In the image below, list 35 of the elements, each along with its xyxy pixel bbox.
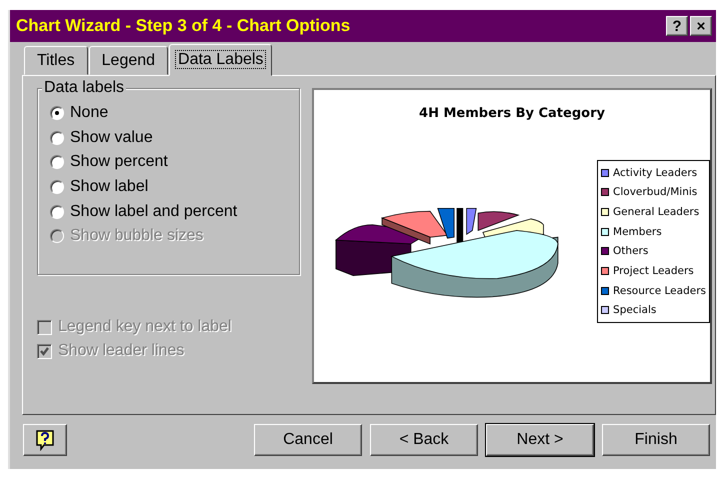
legend-label: Project Leaders <box>613 265 694 278</box>
dialog-button[interactable]: Finish <box>602 424 710 456</box>
radio-label: Show bubble sizes <box>70 227 204 246</box>
checkbox-label: Legend key next to label <box>58 318 232 336</box>
radio-label: Show value <box>70 128 153 147</box>
radio-label: None <box>70 104 108 122</box>
tab[interactable]: Data Labels <box>169 44 272 76</box>
dialog-button[interactable]: Cancel <box>254 424 362 456</box>
radio-label: Show percent <box>70 153 168 172</box>
radio-button[interactable] <box>50 130 64 145</box>
legend-label: Activity Leaders <box>613 166 698 179</box>
radio-label: Show label <box>70 178 148 196</box>
radio-button[interactable] <box>50 155 64 170</box>
check-icon <box>39 346 50 356</box>
legend-label: General Leaders <box>613 206 700 218</box>
tab[interactable]: Titles <box>24 46 88 75</box>
legend-label: Others <box>613 245 648 258</box>
help-button[interactable]: ? <box>666 16 688 36</box>
radio-button[interactable] <box>50 180 64 194</box>
window-title: Chart Wizard - Step 3 of 4 - Chart Options <box>16 16 352 36</box>
radio-label: Show label and percent <box>70 202 238 221</box>
legend-label: Resource Leaders <box>613 284 706 297</box>
dialog-button[interactable]: < Back <box>370 424 478 456</box>
legend-label: Cloverbud/Minis <box>613 186 698 198</box>
radio-button[interactable] <box>50 204 64 219</box>
help-icon <box>35 429 55 451</box>
dialog-button[interactable]: Next > <box>486 424 594 456</box>
checkbox-label: Show leader lines <box>58 342 184 360</box>
legend-label: Specials <box>613 304 656 316</box>
tab[interactable]: Legend <box>88 46 168 75</box>
legend-label: Members <box>613 226 662 238</box>
radio-button[interactable] <box>50 106 64 120</box>
close-button[interactable]: × <box>690 16 712 36</box>
help-button[interactable] <box>23 424 67 456</box>
chart-title: 4H Members By Category <box>419 106 605 121</box>
